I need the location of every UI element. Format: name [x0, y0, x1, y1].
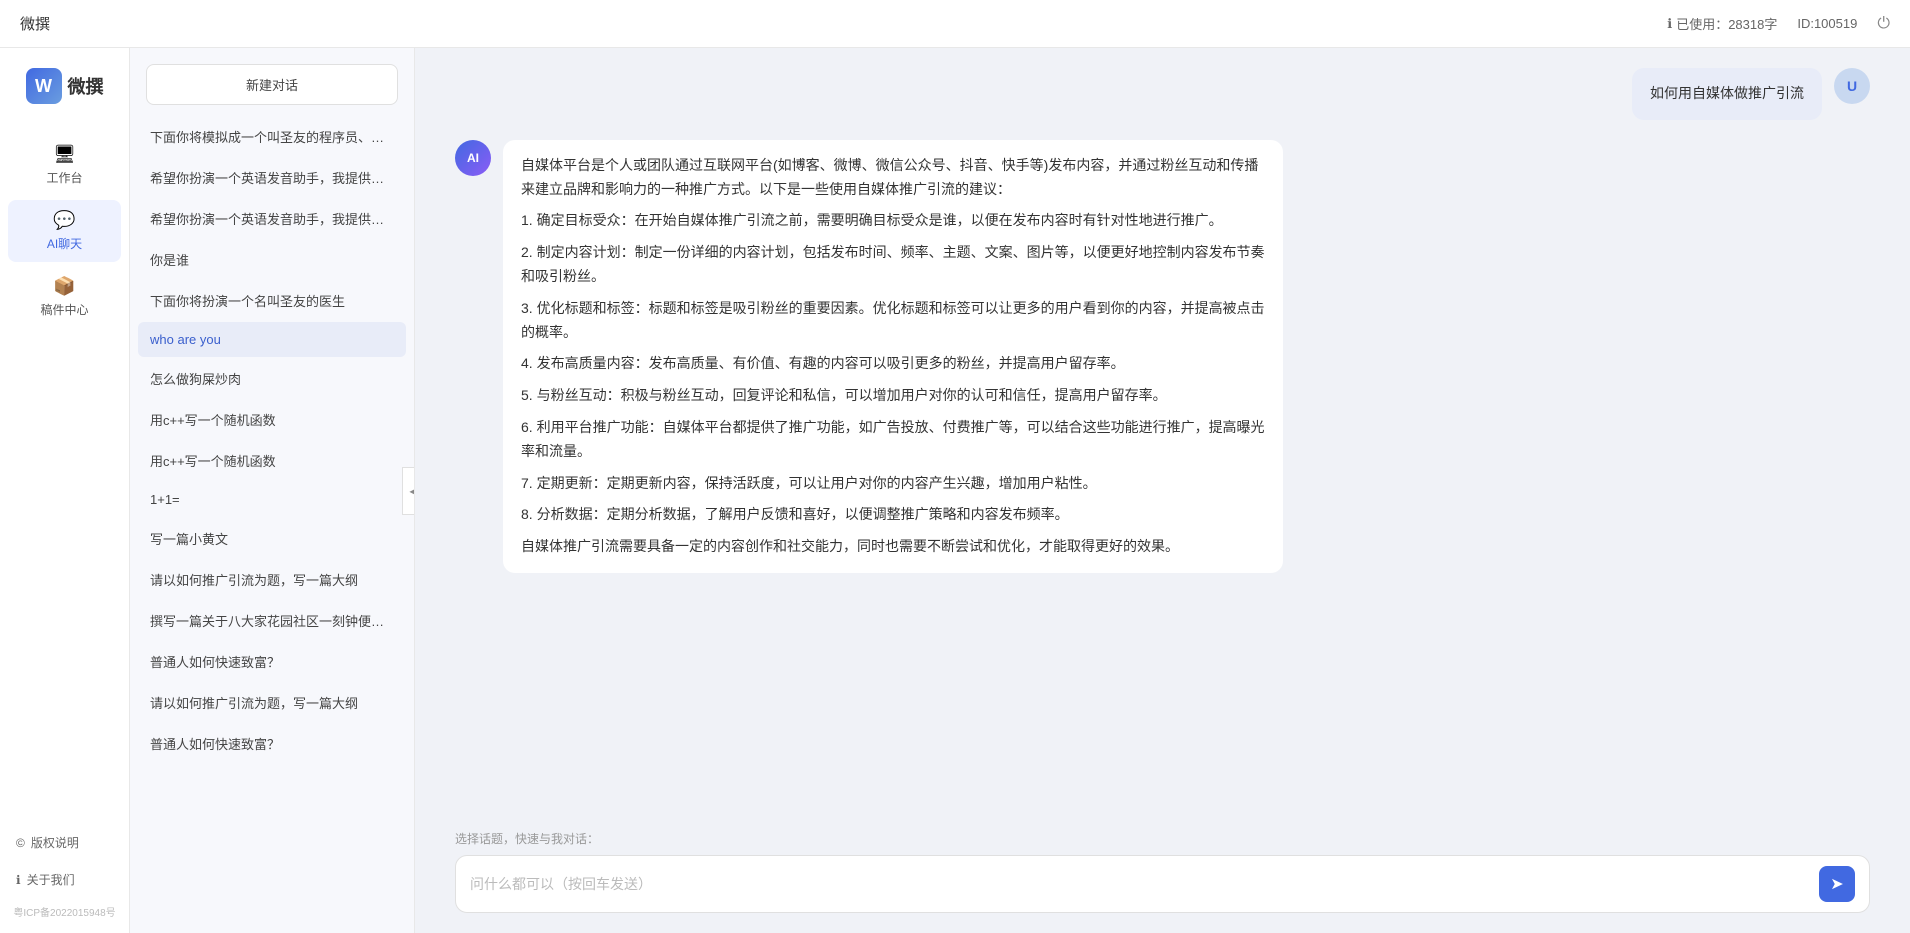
list-item[interactable]: 希望你扮演一个英语发音助手，我提供给你...	[138, 158, 406, 197]
list-item[interactable]: 下面你将模拟成一个叫圣友的程序员、我说...	[138, 117, 406, 156]
collapse-sidebar-button[interactable]: ◀	[402, 467, 415, 515]
topbar-right: ℹ 已使用：28318字 ID:100519 ⏻	[1667, 14, 1890, 33]
chat-input-area: 选择话题，快速与我对话： ➤	[415, 820, 1910, 933]
usage-label: 已使用：28318字	[1676, 14, 1777, 33]
id-label: ID:100519	[1797, 16, 1857, 31]
message-paragraph: 自媒体推广引流需要具备一定的内容创作和社交能力，同时也需要不断尝试和优化，才能取…	[521, 535, 1265, 559]
nav-items: 🖥 工作台 💬 AI聊天 📦 稿件中心	[0, 134, 129, 328]
drafts-icon: 📦	[53, 276, 75, 297]
sidebar-item-drafts[interactable]: 📦 稿件中心	[8, 266, 121, 328]
logo-icon: W	[26, 68, 62, 104]
message-paragraph: 8. 分析数据：定期分析数据，了解用户反馈和喜好，以便调整推广策略和内容发布频率…	[521, 503, 1265, 527]
list-item[interactable]: 下面你将扮演一个名叫圣友的医生	[138, 281, 406, 320]
chat-main: U 如何用自媒体做推广引流 AI 自媒体平台是个人或团队通过互联网平台(如博客、微博、…	[415, 48, 1910, 933]
list-item[interactable]: 撰写一篇关于八大家花园社区一刻钟便民生...	[138, 601, 406, 640]
list-item[interactable]: 怎么做狗屎炒肉	[138, 359, 406, 398]
message-row: AI 自媒体平台是个人或团队通过互联网平台(如博客、微博、微信公众号、抖音、快手等…	[455, 140, 1870, 573]
about-item[interactable]: ℹ 关于我们	[0, 863, 129, 896]
message-paragraph: 6. 利用平台推广功能：自媒体平台都提供了推广功能，如广告投放、付费推广等，可以…	[521, 416, 1265, 464]
message-paragraph: 4. 发布高质量内容：发布高质量、有价值、有趣的内容可以吸引更多的粉丝，并提高用…	[521, 352, 1265, 376]
list-item[interactable]: 写一篇小黄文	[138, 519, 406, 558]
topbar-title: 微撰	[20, 13, 50, 34]
input-container: ➤	[455, 855, 1870, 913]
chat-list: 下面你将模拟成一个叫圣友的程序员、我说...希望你扮演一个英语发音助手，我提供给…	[130, 117, 414, 933]
list-item[interactable]: 希望你扮演一个英语发音助手，我提供给你...	[138, 199, 406, 238]
chat-sidebar: 新建对话 下面你将模拟成一个叫圣友的程序员、我说...希望你扮演一个英语发音助手…	[130, 48, 415, 933]
message-bubble: 自媒体平台是个人或团队通过互联网平台(如博客、微博、微信公众号、抖音、快手等)发…	[503, 140, 1283, 573]
avatar: AI	[455, 140, 491, 176]
send-button[interactable]: ➤	[1819, 866, 1855, 902]
list-item[interactable]: 请以如何推广引流为题，写一篇大纲	[138, 560, 406, 599]
usage-info: ℹ 已使用：28318字	[1667, 14, 1777, 33]
about-label: 关于我们	[27, 871, 75, 888]
left-sidebar: W 微撰 🖥 工作台 💬 AI聊天 📦 稿件中心 © 版权说明 ℹ	[0, 48, 130, 933]
ai-chat-label: AI聊天	[47, 235, 82, 252]
message-paragraph: 5. 与粉丝互动：积极与粉丝互动，回复评论和私信，可以增加用户对你的认可和信任，…	[521, 384, 1265, 408]
avatar: U	[1834, 68, 1870, 104]
logo-area: W 微撰	[16, 68, 114, 104]
message-paragraph: 自媒体平台是个人或团队通过互联网平台(如博客、微博、微信公众号、抖音、快手等)发…	[521, 154, 1265, 202]
main-layout: W 微撰 🖥 工作台 💬 AI聊天 📦 稿件中心 © 版权说明 ℹ	[0, 48, 1910, 933]
message-bubble: 如何用自媒体做推广引流	[1632, 68, 1822, 120]
message-paragraph: 7. 定期更新：定期更新内容，保持活跃度，可以让用户对你的内容产生兴趣，增加用户…	[521, 472, 1265, 496]
message-paragraph: 1. 确定目标受众：在开始自媒体推广引流之前，需要明确目标受众是谁，以便在发布内…	[521, 209, 1265, 233]
list-item[interactable]: 普通人如何快速致富？	[138, 724, 406, 763]
message-paragraph: 2. 制定内容计划：制定一份详细的内容计划，包括发布时间、频率、主题、文案、图片…	[521, 241, 1265, 289]
list-item[interactable]: 普通人如何快速致富？	[138, 642, 406, 681]
workbench-icon: 🖥	[53, 144, 76, 165]
logo-text: 微撰	[68, 73, 104, 99]
workbench-label: 工作台	[46, 169, 82, 186]
copyright-icon: ©	[16, 836, 25, 850]
chat-messages: U 如何用自媒体做推广引流 AI 自媒体平台是个人或团队通过互联网平台(如博客、微博、…	[415, 48, 1910, 820]
power-button[interactable]: ⏻	[1877, 15, 1890, 33]
new-chat-button[interactable]: 新建对话	[146, 64, 398, 105]
message-paragraph: 3. 优化标题和标签：标题和标签是吸引粉丝的重要因素。优化标题和标签可以让更多的…	[521, 297, 1265, 345]
usage-icon: ℹ	[1667, 16, 1672, 32]
topbar: 微撰 ℹ 已使用：28318字 ID:100519 ⏻	[0, 0, 1910, 48]
list-item[interactable]: 请以如何推广引流为题，写一篇大纲	[138, 683, 406, 722]
about-icon: ℹ	[16, 873, 21, 887]
sidebar-item-workbench[interactable]: 🖥 工作台	[8, 134, 121, 196]
list-item[interactable]: 1+1=	[138, 482, 406, 517]
message-row: U 如何用自媒体做推广引流	[455, 68, 1870, 120]
copyright-label: 版权说明	[31, 834, 79, 851]
copyright-item[interactable]: © 版权说明	[0, 826, 129, 859]
sidebar-item-ai-chat[interactable]: 💬 AI聊天	[8, 200, 121, 262]
chat-input[interactable]	[470, 872, 1809, 896]
quick-topics-label: 选择话题，快速与我对话：	[455, 830, 1870, 847]
drafts-label: 稿件中心	[40, 301, 88, 318]
list-item[interactable]: 你是谁	[138, 240, 406, 279]
ai-chat-icon: 💬	[53, 210, 75, 231]
list-item[interactable]: 用c++写一个随机函数	[138, 441, 406, 480]
send-icon: ➤	[1830, 874, 1843, 894]
sidebar-bottom: © 版权说明 ℹ 关于我们 粤ICP备2022015948号	[0, 826, 129, 923]
list-item[interactable]: 用c++写一个随机函数	[138, 400, 406, 439]
icp-text: 粤ICP备2022015948号	[0, 900, 129, 923]
list-item[interactable]: who are you	[138, 322, 406, 357]
